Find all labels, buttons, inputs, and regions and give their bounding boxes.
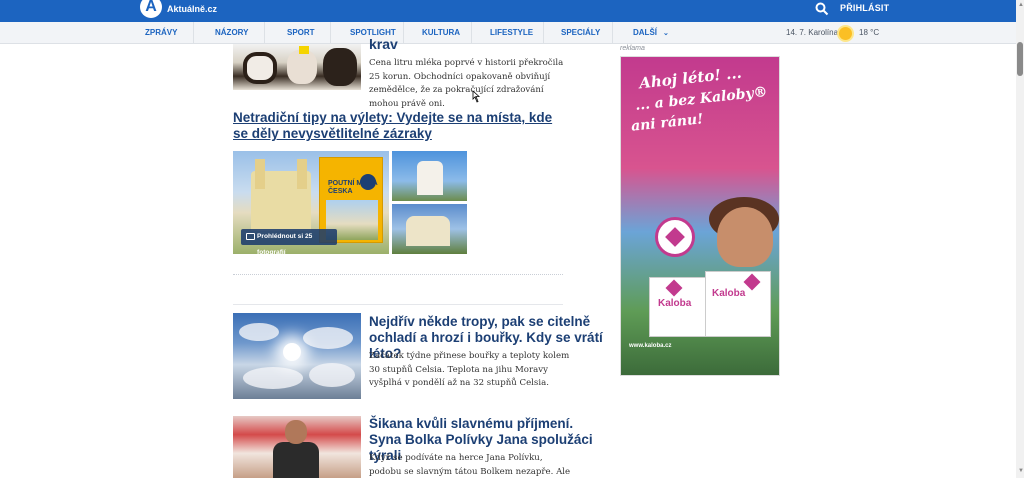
photo-icon xyxy=(246,233,255,240)
church-tower xyxy=(255,159,265,189)
person-body xyxy=(273,442,319,478)
mouse-cursor-icon xyxy=(472,90,480,103)
divider xyxy=(233,274,563,275)
nav-divider xyxy=(193,22,194,44)
nav-item-dalsi-label: DALŠÍ xyxy=(633,28,657,37)
gallery-button[interactable]: Prohlédnout si 25 fotografií xyxy=(241,229,337,256)
article-title[interactable]: krav xyxy=(369,36,398,52)
flower-icon xyxy=(665,279,683,297)
nav-item-sport[interactable]: SPORT xyxy=(287,22,315,44)
nav-divider xyxy=(330,22,331,44)
scroll-up-icon[interactable]: ▲ xyxy=(1018,2,1024,8)
gallery-thumb[interactable] xyxy=(392,151,467,201)
church-tower xyxy=(297,159,307,189)
nav-divider xyxy=(403,22,404,44)
flower-icon xyxy=(743,273,761,291)
product-brand: Kaloba xyxy=(658,298,692,309)
cloud-shape xyxy=(309,363,355,387)
article-perex: Když se podíváte na herce Jana Polívku, … xyxy=(369,453,571,477)
main-nav: ZPRÁVY NÁZORY SPORT SPOTLIGHT KULTURA LI… xyxy=(0,22,1016,44)
sun-shape xyxy=(283,343,301,361)
cow-shape xyxy=(243,52,277,84)
scroll-down-icon[interactable]: ▼ xyxy=(1018,468,1024,474)
nav-item-dalsi[interactable]: DALŠÍ ⌄ xyxy=(633,22,669,44)
nav-item-nazory[interactable]: NÁZORY xyxy=(215,22,248,44)
product-box: Kaloba xyxy=(649,277,711,337)
chevron-down-icon: ⌄ xyxy=(663,30,669,37)
cow-shape xyxy=(323,48,357,86)
product-box: Kaloba xyxy=(705,271,771,337)
article-image-cows[interactable] xyxy=(233,44,361,90)
sun-icon xyxy=(839,27,852,40)
church-shape xyxy=(417,161,443,195)
date-nameday: 14. 7. Karolína xyxy=(786,28,839,37)
cloud-shape xyxy=(239,323,279,341)
nav-item-kultura[interactable]: KULTURA xyxy=(422,22,460,44)
cloud-shape xyxy=(303,327,353,349)
scrollbar-thumb[interactable] xyxy=(1017,42,1023,76)
book-badge xyxy=(360,174,376,190)
ad-person xyxy=(717,207,773,267)
nav-item-lifestyle[interactable]: LIFESTYLE xyxy=(490,22,533,44)
nav-divider xyxy=(471,22,472,44)
ad-headline: ani ránu! xyxy=(630,111,705,135)
church-shape xyxy=(406,216,450,246)
nav-divider xyxy=(612,22,613,44)
site-logo[interactable]: A Aktuálně.cz xyxy=(140,0,217,18)
ad-label: reklama xyxy=(620,45,645,52)
nav-divider xyxy=(543,22,544,44)
gallery-title[interactable]: Netradiční tipy na výlety: Vydejte se na… xyxy=(233,110,553,142)
cloud-shape xyxy=(243,367,303,389)
article-image-sky[interactable] xyxy=(233,313,361,399)
ear-tag xyxy=(299,46,309,54)
advertisement-banner[interactable]: Ahoj léto! ... ... a bez Kaloby® ani rán… xyxy=(620,56,780,376)
top-header: A Aktuálně.cz PŘIHLÁSIT xyxy=(0,0,1016,22)
login-link[interactable]: PŘIHLÁSIT xyxy=(840,3,889,13)
gallery-thumb[interactable] xyxy=(392,204,467,254)
temperature[interactable]: 18 °C xyxy=(859,22,879,44)
divider xyxy=(233,304,563,305)
ad-url: www.kaloba.cz xyxy=(629,343,672,349)
person-head xyxy=(285,420,307,444)
search-icon[interactable] xyxy=(815,2,829,16)
product-brand: Kaloba xyxy=(712,288,746,299)
site-name: Aktuálně.cz xyxy=(167,4,218,14)
nav-item-specialy[interactable]: SPECIÁLY xyxy=(561,22,600,44)
article-perex: Začátek týdne přinese bouřky a teploty k… xyxy=(369,351,570,388)
nav-divider xyxy=(264,22,265,44)
logo-badge: A xyxy=(140,0,162,18)
cow-shape xyxy=(287,50,317,84)
article-image-person[interactable] xyxy=(233,416,361,478)
nav-item-zpravy[interactable]: ZPRÁVY xyxy=(145,22,177,44)
